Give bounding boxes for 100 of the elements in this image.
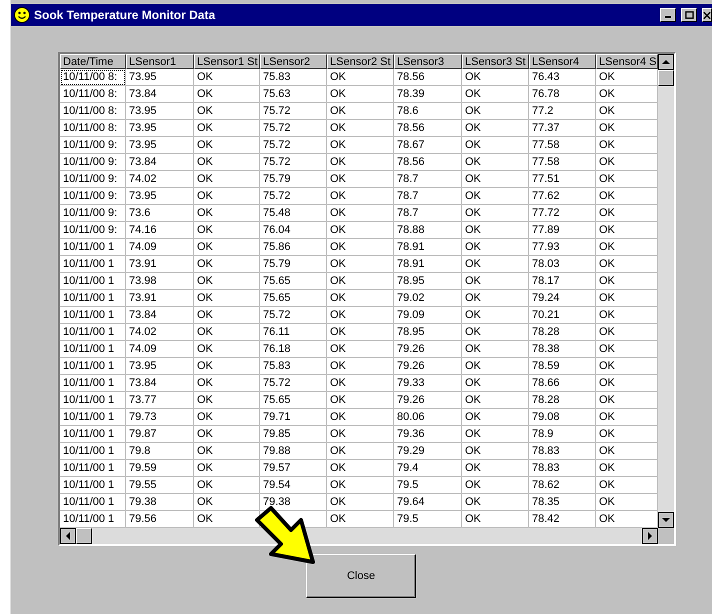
table-cell: 75.48 xyxy=(260,205,327,222)
table-cell: OK xyxy=(596,290,658,307)
table-cell: OK xyxy=(462,239,529,256)
column-header[interactable]: LSensor1 xyxy=(126,54,194,69)
table-cell: 73.6 xyxy=(126,205,194,222)
table-cell: OK xyxy=(194,392,260,409)
table-cell: OK xyxy=(327,477,394,494)
table-cell: 78.9 xyxy=(529,426,596,443)
table-cell: 78.56 xyxy=(394,154,462,171)
scroll-right-icon[interactable] xyxy=(642,528,658,544)
table-cell: OK xyxy=(327,103,394,120)
table-cell: OK xyxy=(194,154,260,171)
vertical-scrollbar[interactable] xyxy=(658,54,674,528)
column-header[interactable]: LSensor3 xyxy=(394,54,462,69)
table-cell: OK xyxy=(462,69,529,86)
table-cell: 79.87 xyxy=(126,426,194,443)
table-cell: 79.64 xyxy=(394,494,462,511)
table-cell: OK xyxy=(596,443,658,460)
table-cell: 75.83 xyxy=(260,69,327,86)
column-header[interactable]: LSensor4 xyxy=(529,54,596,69)
minimize-button[interactable] xyxy=(660,8,676,22)
table-cell: 10/11/00 1 xyxy=(60,409,126,426)
table-cell: 79.8 xyxy=(126,443,194,460)
table-cell: 77.72 xyxy=(529,205,596,222)
horizontal-scrollbar[interactable] xyxy=(60,528,674,544)
scrollbar-thumb[interactable] xyxy=(658,70,674,86)
table-cell: 79.38 xyxy=(260,494,327,511)
column-header[interactable]: Date/Time xyxy=(60,54,126,69)
table-cell: 79.54 xyxy=(260,477,327,494)
table-cell: 79.5 xyxy=(394,511,462,528)
table-cell: 73.91 xyxy=(126,290,194,307)
table-cell: OK xyxy=(327,392,394,409)
table-cell: 75.72 xyxy=(260,154,327,171)
table-cell: 73.91 xyxy=(126,256,194,273)
column-header[interactable]: LSensor4 S xyxy=(596,54,658,69)
table-cell: OK xyxy=(327,86,394,103)
table-cell: OK xyxy=(327,426,394,443)
smiley-icon xyxy=(14,7,30,23)
table-cell: 78.83 xyxy=(529,460,596,477)
table-cell: 75.65 xyxy=(260,273,327,290)
table-cell: OK xyxy=(327,494,394,511)
column-header[interactable]: LSensor2 xyxy=(260,54,327,69)
column-header[interactable]: LSensor1 St xyxy=(194,54,260,69)
table-cell: OK xyxy=(596,375,658,392)
table-cell: 10/11/00 1 xyxy=(60,511,126,528)
table-cell: OK xyxy=(462,120,529,137)
table-cell: 73.77 xyxy=(126,392,194,409)
table-cell: 79.36 xyxy=(394,426,462,443)
table-cell: OK xyxy=(596,477,658,494)
table-cell: OK xyxy=(194,409,260,426)
table-cell: 75.79 xyxy=(260,171,327,188)
table-cell: OK xyxy=(194,239,260,256)
table-cell: OK xyxy=(327,307,394,324)
table-cell: 79.29 xyxy=(394,443,462,460)
table-cell: OK xyxy=(596,256,658,273)
table-cell: OK xyxy=(194,273,260,290)
table-cell: 79.4 xyxy=(394,460,462,477)
table-cell: OK xyxy=(194,171,260,188)
scroll-left-icon[interactable] xyxy=(60,528,76,544)
maximize-icon xyxy=(684,10,694,20)
table-cell: 78.88 xyxy=(394,222,462,239)
maximize-button[interactable] xyxy=(681,8,697,22)
table-cell: 10/11/00 1 xyxy=(60,426,126,443)
table-cell: OK xyxy=(596,273,658,290)
table-cell: 78.67 xyxy=(394,137,462,154)
table-cell: 75.72 xyxy=(260,188,327,205)
table-cell: 77.2 xyxy=(529,103,596,120)
close-button[interactable] xyxy=(702,8,712,22)
scroll-up-icon[interactable] xyxy=(658,54,674,70)
table-cell: 73.84 xyxy=(126,86,194,103)
table-cell: OK xyxy=(327,290,394,307)
table-cell: 79.26 xyxy=(394,358,462,375)
table-cell: OK xyxy=(462,307,529,324)
table-cell: 10/11/00 8: xyxy=(60,69,126,86)
table-cell: 10/11/00 1 xyxy=(60,273,126,290)
table-cell: OK xyxy=(327,324,394,341)
column-header[interactable]: LSensor2 St xyxy=(327,54,394,69)
table-cell: OK xyxy=(194,375,260,392)
table-cell: 78.91 xyxy=(394,256,462,273)
table-cell: 73.95 xyxy=(126,358,194,375)
table-cell: OK xyxy=(596,324,658,341)
table-cell: OK xyxy=(194,256,260,273)
table-cell: 79.5 xyxy=(394,477,462,494)
column-header[interactable]: LSensor3 St xyxy=(462,54,529,69)
table-cell: 77.58 xyxy=(529,154,596,171)
table-cell: OK xyxy=(596,511,658,528)
table-cell: 74.09 xyxy=(126,341,194,358)
scrollbar-thumb[interactable] xyxy=(76,528,92,544)
close-button[interactable]: Close xyxy=(306,554,416,598)
table-cell: 78.66 xyxy=(529,375,596,392)
table-cell: 75.83 xyxy=(260,358,327,375)
table-cell: OK xyxy=(194,341,260,358)
table-cell: 74.02 xyxy=(126,171,194,188)
table-cell: 79.73 xyxy=(126,409,194,426)
table-cell: 77.89 xyxy=(529,222,596,239)
table-cell: OK xyxy=(194,188,260,205)
table-cell: 10/11/00 9: xyxy=(60,171,126,188)
table-cell: 75.65 xyxy=(260,290,327,307)
scroll-down-icon[interactable] xyxy=(658,512,674,528)
table-cell: 75.72 xyxy=(260,375,327,392)
